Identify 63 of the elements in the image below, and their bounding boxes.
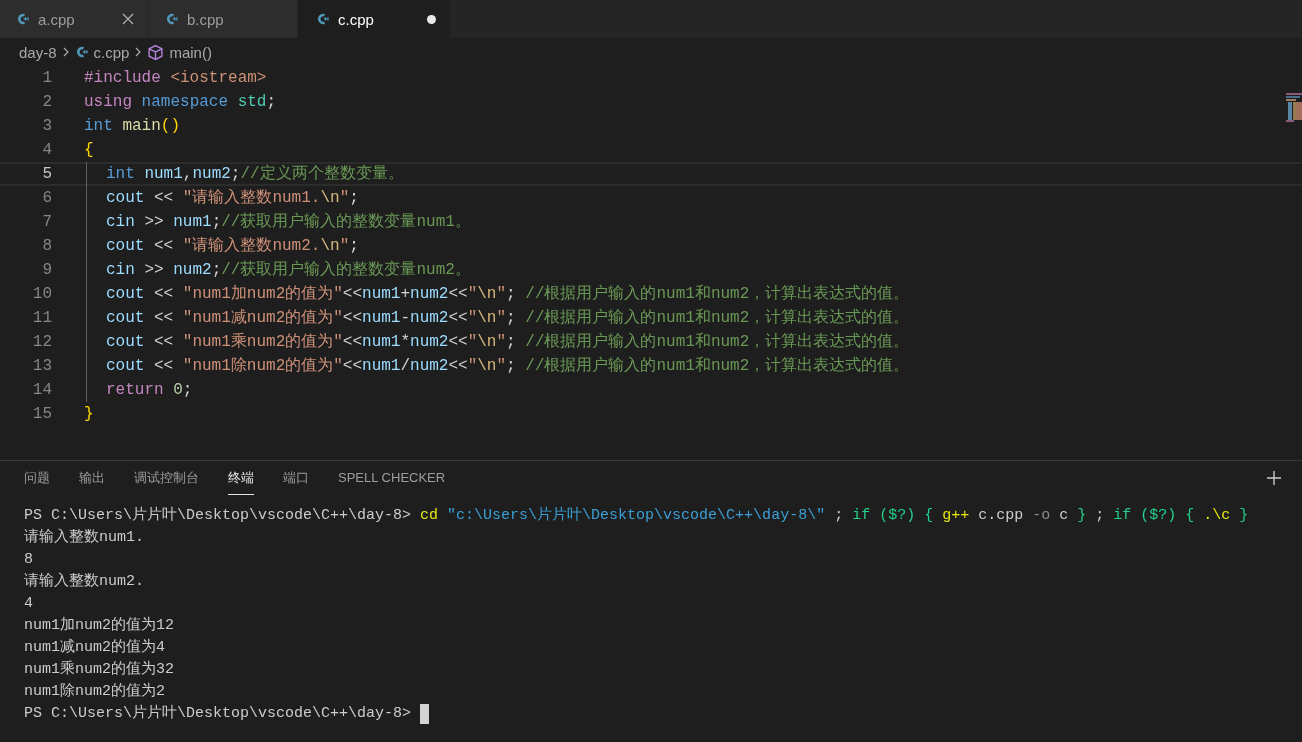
code-line: using namespace std; <box>84 93 277 111</box>
editor-tab[interactable]: a.cpp <box>0 0 149 38</box>
line-number: 10 <box>31 285 52 303</box>
breadcrumb-item[interactable]: c.cpp <box>93 43 130 61</box>
chevron-icon <box>134 47 143 57</box>
terminal-prompt: PS C:\Users\片片叶\Desktop\vscode\C++\day-8> <box>24 703 412 724</box>
panel-tab[interactable]: SPELL CHECKER <box>338 461 446 495</box>
line-number: 2 <box>41 93 52 111</box>
terminal-output: num1除num2的值为2 <box>24 681 165 702</box>
line-number: 15 <box>31 405 52 423</box>
code-line: } <box>84 405 94 423</box>
line-number: 13 <box>31 357 52 375</box>
line-number: 9 <box>41 261 52 279</box>
line-number: 11 <box>31 309 52 327</box>
code-line: cin >> num1;//获取用户输入的整数变量num1。 <box>86 210 471 234</box>
editor-tab[interactable]: c.cpp <box>298 0 451 38</box>
code-line: cout << "num1加num2的值为"<<num1+num2<<"\n"; //根据用户输入的num1和num2，计算出表达式的值。 <box>86 282 910 306</box>
terminal-output: 请输入整数num2. <box>24 571 144 592</box>
cpp-file-icon <box>316 12 330 26</box>
line-number: 12 <box>31 333 52 351</box>
breadcrumb-item[interactable]: day-8 <box>19 43 57 61</box>
panel-tab[interactable]: 输出 <box>79 461 105 495</box>
line-number: 6 <box>41 189 52 207</box>
minimap-drawing[interactable] <box>1286 93 1302 123</box>
line-number: 3 <box>41 117 52 135</box>
code-line: cout << "num1乘num2的值为"<<num1*num2<<"\n"; //根据用户输入的num1和num2，计算出表达式的值。 <box>86 330 910 354</box>
panel-tab[interactable]: 端口 <box>283 461 309 495</box>
panel-tab[interactable]: 调试控制台 <box>134 461 199 495</box>
line-number: 5 <box>41 165 52 183</box>
editor-tab[interactable]: b.cpp <box>149 0 298 38</box>
cpp-file-icon <box>16 12 30 26</box>
terminal-output: num1乘num2的值为32 <box>24 659 174 680</box>
code-line: cin >> num2;//获取用户输入的整数变量num2。 <box>86 258 471 282</box>
cpp-file-icon <box>74 45 89 59</box>
line-number: 4 <box>41 141 52 159</box>
terminal-output: 8 <box>24 550 33 570</box>
chevron-icon <box>61 47 70 57</box>
code-line: int main() <box>84 117 181 135</box>
code-line: cout << "num1除num2的值为"<<num1/num2<<"\n"; //根据用户输入的num1和num2，计算出表达式的值。 <box>86 354 910 378</box>
panel-tab[interactable]: 问题 <box>24 461 50 495</box>
terminal-output: num1加num2的值为12 <box>24 615 174 636</box>
terminal-output: 请输入整数num1. <box>24 527 144 548</box>
code-line: cout << "请输入整数num1.\n"; <box>86 186 359 210</box>
line-number: 1 <box>41 69 52 87</box>
line-number: 7 <box>41 213 52 231</box>
panel-tab[interactable]: 终端 <box>228 461 254 495</box>
code-line: int num1,num2;//定义两个整数变量。 <box>86 162 404 186</box>
cube-icon <box>147 43 165 61</box>
code-line: #include <iostream> <box>84 69 267 87</box>
close-icon[interactable] <box>122 13 134 25</box>
cpp-file-icon <box>165 12 179 26</box>
terminal-output: num1减num2的值为4 <box>24 637 165 658</box>
terminal-output: 4 <box>24 594 33 614</box>
breadcrumb-item[interactable]: main() <box>169 43 212 61</box>
code-line: return 0; <box>86 378 193 402</box>
code-line: cout << "num1减num2的值为"<<num1-num2<<"\n"; //根据用户输入的num1和num2，计算出表达式的值。 <box>86 306 910 330</box>
terminal-prompt: PS C:\Users\片片叶\Desktop\vscode\C++\day-8> <box>24 505 412 526</box>
line-number: 8 <box>41 237 52 255</box>
code-line: { <box>84 141 94 159</box>
code-line: cout << "请输入整数num2.\n"; <box>86 234 359 258</box>
terminal-command: cd "c:\Users\片片叶\Desktop\vscode\C++\day-8\" ; if ($?) { g++ c.cpp -o c } ; if ($?) { .\c } <box>420 505 1249 526</box>
plus-icon[interactable] <box>1266 470 1282 486</box>
line-number: 14 <box>31 381 52 399</box>
